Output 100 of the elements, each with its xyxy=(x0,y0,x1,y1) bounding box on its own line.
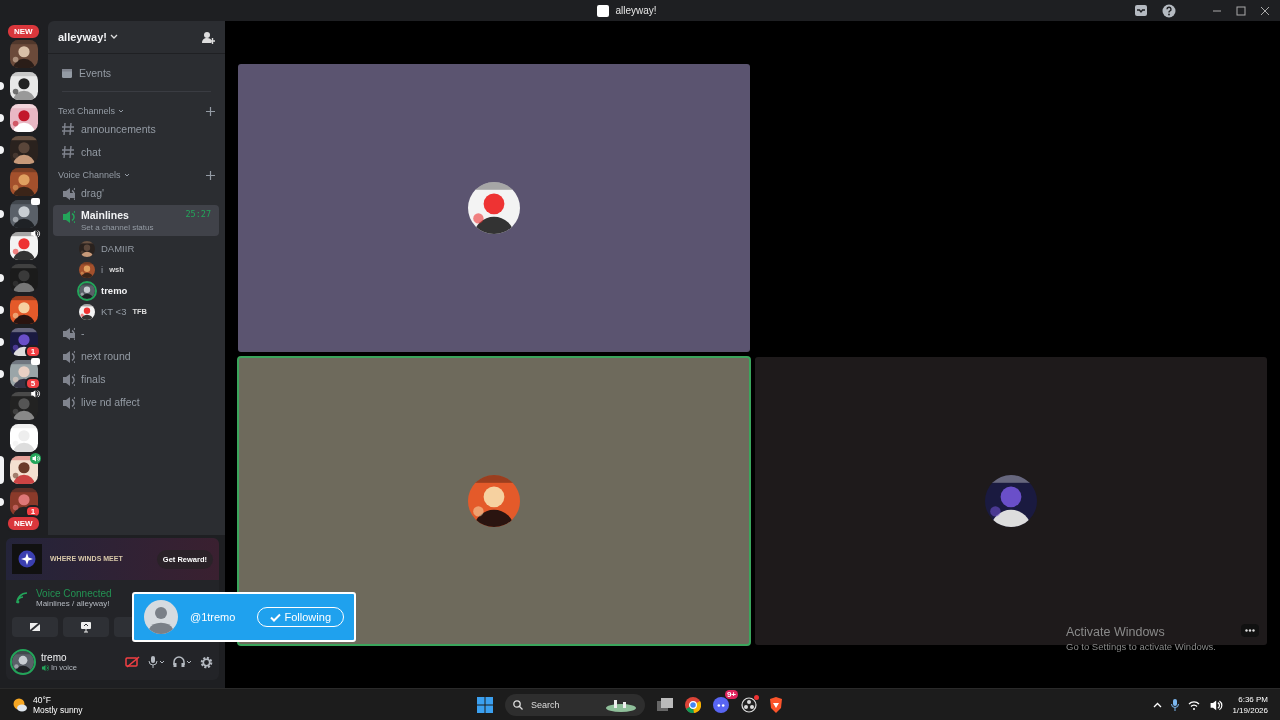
channel-item[interactable]: Mainlines 25:27 Set a channel status xyxy=(53,205,219,236)
camera-off-icon xyxy=(29,622,41,632)
channel-item[interactable]: finals xyxy=(53,368,219,389)
events-link[interactable]: Events xyxy=(79,66,112,79)
channel-name: announcements xyxy=(81,122,156,135)
window-title: alleyway! xyxy=(615,5,657,16)
channel-item[interactable]: drag' xyxy=(53,182,219,203)
windows-start-icon[interactable] xyxy=(477,696,493,713)
discord-icon[interactable] xyxy=(713,696,729,713)
hash-icon xyxy=(61,144,75,159)
locked-speaker-icon xyxy=(61,185,75,200)
user-handle: @1tremo xyxy=(190,611,237,623)
inbox-icon[interactable] xyxy=(1134,4,1148,17)
username[interactable]: tremo xyxy=(41,652,118,663)
new-badge: NEW xyxy=(6,23,41,40)
help-icon[interactable] xyxy=(1162,3,1176,18)
notification-badge: 9+ xyxy=(724,689,738,699)
weather-condition[interactable]: Mostly sunny xyxy=(33,704,83,715)
speaker-icon xyxy=(41,663,49,672)
chevron-down-icon xyxy=(118,108,125,114)
server-icon[interactable]: 1 xyxy=(10,488,38,516)
channel-item[interactable]: live nd affect xyxy=(53,391,219,412)
channel-name: - xyxy=(81,326,85,339)
member-name: KT <3 xyxy=(101,306,127,317)
speaker-icon xyxy=(61,371,75,386)
voice-status: Voice Connected xyxy=(36,588,112,599)
video-tile[interactable] xyxy=(755,357,1267,645)
calendar-icon xyxy=(61,66,73,79)
channel-name: live nd affect xyxy=(81,395,140,408)
video-tile[interactable] xyxy=(238,357,750,645)
channel-status: Set a channel status xyxy=(81,223,155,232)
wifi-icon[interactable] xyxy=(1188,699,1201,710)
avatar-icon xyxy=(144,600,178,634)
voice-location[interactable]: Mainlines / alleyway! xyxy=(36,599,112,608)
microphone-icon[interactable] xyxy=(148,656,166,668)
voice-member[interactable]: tremo xyxy=(79,280,225,301)
notification-badge: 1 xyxy=(25,345,41,358)
add-channel-icon[interactable] xyxy=(206,170,215,180)
channel-item[interactable]: next round xyxy=(53,345,219,366)
volume-icon[interactable] xyxy=(1209,698,1224,711)
search-icon xyxy=(513,699,523,710)
server-icon[interactable] xyxy=(10,392,38,420)
channel-item[interactable]: - xyxy=(53,322,219,343)
server-icon[interactable] xyxy=(10,424,38,452)
channel-item[interactable]: announcements xyxy=(53,118,219,139)
channel-name: chat xyxy=(81,145,101,158)
speaker-icon xyxy=(61,348,75,363)
channel-item[interactable]: chat xyxy=(53,141,219,162)
notification-dot xyxy=(754,694,759,700)
headphones-icon[interactable] xyxy=(173,656,193,668)
category-header[interactable]: Voice Channels xyxy=(58,170,121,180)
channel-name: next round xyxy=(81,349,131,362)
server-icon[interactable] xyxy=(10,40,38,68)
video-tile[interactable] xyxy=(238,64,750,352)
hash-icon xyxy=(61,121,75,136)
screen-share-button[interactable] xyxy=(63,617,109,637)
member-name: i xyxy=(101,264,104,275)
microphone-icon[interactable] xyxy=(1171,698,1180,711)
clock-time[interactable]: 6:36 PM xyxy=(1238,694,1268,704)
settings-icon[interactable] xyxy=(200,655,213,669)
screen-share-icon xyxy=(80,621,92,633)
speaker-icon xyxy=(61,209,75,223)
maximize-icon[interactable] xyxy=(1236,5,1246,16)
chrome-icon[interactable] xyxy=(685,696,701,713)
camera-button[interactable] xyxy=(12,617,58,637)
obs-icon[interactable] xyxy=(741,696,757,713)
channel-name: drag' xyxy=(81,186,105,199)
category-header[interactable]: Text Channels xyxy=(58,106,116,116)
server-icon[interactable] xyxy=(10,168,38,196)
star-logo-icon xyxy=(18,550,36,568)
activation-title: Activate Windows xyxy=(1066,625,1166,639)
member-name: DAMIIR xyxy=(101,243,135,254)
new-badge: NEW xyxy=(6,515,41,532)
server-icon[interactable]: 5 xyxy=(10,360,38,388)
call-timer: 25:27 xyxy=(185,209,211,221)
server-icon[interactable]: 1 xyxy=(10,328,38,356)
channel-name: Mainlines xyxy=(81,209,129,221)
member-name: tremo xyxy=(101,285,128,296)
more-button[interactable] xyxy=(1241,624,1259,637)
task-view-icon[interactable] xyxy=(657,697,673,712)
add-member-icon[interactable] xyxy=(202,30,215,44)
check-icon xyxy=(269,612,281,622)
clock-date[interactable]: 1/19/2026 xyxy=(1232,705,1268,715)
close-icon[interactable] xyxy=(1260,5,1270,16)
notification-badge: 5 xyxy=(25,377,41,390)
camera-off-icon[interactable] xyxy=(125,656,141,668)
server-name[interactable]: alleyway! xyxy=(58,31,107,43)
temperature[interactable]: 40°F xyxy=(33,694,83,705)
add-channel-icon[interactable] xyxy=(206,106,215,116)
more-icon xyxy=(1245,629,1255,632)
search-field[interactable]: Search xyxy=(505,693,645,716)
speaker-icon xyxy=(61,394,75,409)
server-icon[interactable] xyxy=(10,232,38,260)
window-icon xyxy=(597,4,610,17)
chevron-down-icon[interactable] xyxy=(109,34,118,40)
voice-member[interactable]: DAMIIR xyxy=(79,238,225,259)
locked-speaker-icon xyxy=(61,325,75,340)
chevron-down-icon xyxy=(123,172,130,178)
chevron-up-icon[interactable] xyxy=(1153,701,1163,708)
weather-icon[interactable] xyxy=(12,696,28,713)
